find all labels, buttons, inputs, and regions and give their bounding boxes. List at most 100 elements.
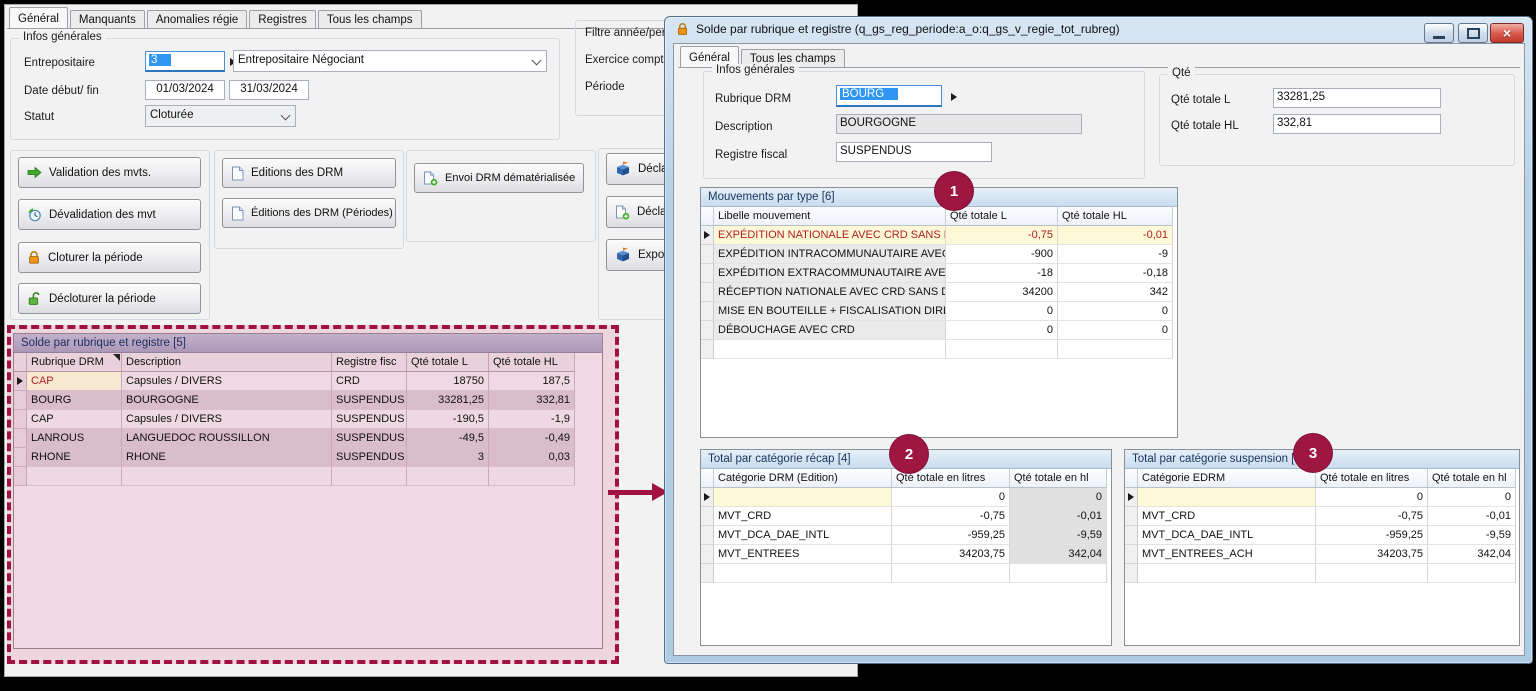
cell[interactable]: -190,5: [407, 410, 489, 429]
cell[interactable]: 0,03: [489, 448, 575, 467]
cell[interactable]: 0: [1316, 488, 1428, 507]
tab-anomalies-regie[interactable]: Anomalies régie: [147, 10, 247, 28]
cell[interactable]: 342,04: [1010, 545, 1107, 564]
decloturer-periode-button[interactable]: Décloturer la période: [18, 283, 201, 314]
cell[interactable]: MVT_DCA_DAE_INTL: [1138, 526, 1316, 545]
editions-drm-button[interactable]: Editions des DRM: [222, 158, 396, 188]
devalidation-mvt-button[interactable]: Dévalidation des mvt: [18, 199, 201, 230]
cloturer-periode-button[interactable]: Cloturer la période: [18, 242, 201, 273]
row-selector[interactable]: [1125, 526, 1138, 545]
cell[interactable]: -9,59: [1010, 526, 1107, 545]
row-selector[interactable]: [14, 467, 27, 486]
envoi-drm-button[interactable]: Envoi DRM dématérialisée: [414, 163, 584, 193]
cell[interactable]: -9: [1058, 245, 1173, 264]
cell[interactable]: [714, 488, 892, 507]
cell[interactable]: MVT_CRD: [714, 507, 892, 526]
cell[interactable]: [1010, 564, 1107, 583]
column-header-registre[interactable]: Registre fisc: [332, 353, 407, 372]
cell[interactable]: BOURG: [27, 391, 122, 410]
cell[interactable]: CAP: [27, 372, 122, 391]
qte-totale-hl-input[interactable]: 332,81: [1273, 114, 1441, 134]
row-selector[interactable]: [701, 226, 714, 245]
cell[interactable]: 34203,75: [1316, 545, 1428, 564]
cell[interactable]: -0,18: [1058, 264, 1173, 283]
cell[interactable]: -1,9: [489, 410, 575, 429]
maximize-button[interactable]: [1458, 23, 1488, 43]
cell[interactable]: MVT_ENTREES_ACH: [1138, 545, 1316, 564]
table-row[interactable]: MVT_CRD -0,75 -0,01: [701, 507, 1111, 526]
row-selector[interactable]: [701, 283, 714, 302]
cell[interactable]: -959,25: [1316, 526, 1428, 545]
table-row[interactable]: MVT_DCA_DAE_INTL -959,25 -9,59: [701, 526, 1111, 545]
entrepositaire-name-combo[interactable]: Entrepositaire Négociant: [233, 50, 547, 72]
row-selector[interactable]: [701, 507, 714, 526]
cell[interactable]: BOURGOGNE: [122, 391, 332, 410]
column-header-qte-l[interactable]: Qté totale L: [407, 353, 489, 372]
column-header-rubrique[interactable]: Rubrique DRM: [27, 353, 122, 372]
column-header-libelle[interactable]: Libelle mouvement: [714, 207, 946, 226]
cell[interactable]: -49,5: [407, 429, 489, 448]
tab-manquants[interactable]: Manquants: [70, 10, 145, 28]
cell[interactable]: -959,25: [892, 526, 1010, 545]
row-selector[interactable]: [14, 410, 27, 429]
cell[interactable]: -0,49: [489, 429, 575, 448]
column-header-qte-hl[interactable]: Qté totale HL: [1058, 207, 1173, 226]
cell[interactable]: EXPÉDITION EXTRACOMMUNAUTAIRE AVEC DAE: [714, 264, 946, 283]
table-row[interactable]: MVT_DCA_DAE_INTL -959,25 -9,59: [1125, 526, 1519, 545]
column-header-qte-hl[interactable]: Qté totale HL: [489, 353, 575, 372]
cell[interactable]: 342,04: [1428, 545, 1516, 564]
row-selector[interactable]: [701, 564, 714, 583]
cell[interactable]: -0,01: [1058, 226, 1173, 245]
row-selector[interactable]: [701, 245, 714, 264]
entrepositaire-input[interactable]: 3: [145, 51, 225, 72]
cell[interactable]: MVT_ENTREES: [714, 545, 892, 564]
editions-drm-periodes-button[interactable]: Éditions des DRM (Périodes): [222, 198, 396, 228]
table-row[interactable]: DÉBOUCHAGE AVEC CRD 0 0: [701, 321, 1177, 340]
table-row[interactable]: RÉCEPTION NATIONALE AVEC CRD SANS DAE 34…: [701, 283, 1177, 302]
table-row[interactable]: EXPÉDITION NATIONALE AVEC CRD SANS DOCUM…: [701, 226, 1177, 245]
cell[interactable]: [1138, 488, 1316, 507]
table-row[interactable]: LANROUS LANGUEDOC ROUSSILLON SUSPENDUS -…: [14, 429, 602, 448]
table-row-empty[interactable]: [701, 564, 1111, 583]
statut-combo[interactable]: Cloturée: [145, 105, 296, 127]
column-header-description[interactable]: Description: [122, 353, 332, 372]
cell[interactable]: 34200: [946, 283, 1058, 302]
date-end-input[interactable]: 31/03/2024: [229, 80, 309, 100]
rubrique-drm-input[interactable]: BOURG: [836, 85, 942, 107]
row-selector[interactable]: [14, 391, 27, 410]
row-selector[interactable]: [701, 545, 714, 564]
row-selector[interactable]: [701, 321, 714, 340]
table-row[interactable]: MVT_CRD -0,75 -0,01: [1125, 507, 1519, 526]
cell[interactable]: [1428, 564, 1516, 583]
mouvements-table[interactable]: Mouvements par type [6] Libelle mouvemen…: [700, 187, 1178, 438]
cell[interactable]: -0,01: [1428, 507, 1516, 526]
table-row[interactable]: CAP Capsules / DIVERS CRD 18750 187,5: [14, 372, 602, 391]
close-button[interactable]: ×: [1490, 23, 1524, 43]
cell[interactable]: [407, 467, 489, 486]
dialog-title-bar[interactable]: Solde par rubrique et registre (q_gs_reg…: [676, 22, 1120, 36]
cell[interactable]: -900: [946, 245, 1058, 264]
table-row[interactable]: CAP Capsules / DIVERS SUSPENDUS -190,5 -…: [14, 410, 602, 429]
cell[interactable]: RHONE: [27, 448, 122, 467]
cell[interactable]: 0: [1058, 302, 1173, 321]
minimize-button[interactable]: [1424, 23, 1454, 43]
cell[interactable]: -0,01: [1010, 507, 1107, 526]
cell[interactable]: [1138, 564, 1316, 583]
cell[interactable]: SUSPENDUS: [332, 391, 407, 410]
cell[interactable]: 33281,25: [407, 391, 489, 410]
cell[interactable]: -9,59: [1428, 526, 1516, 545]
cell[interactable]: EXPÉDITION INTRACOMMUNAUTAIRE AVEC DAE: [714, 245, 946, 264]
cell[interactable]: 0: [892, 488, 1010, 507]
cell[interactable]: SUSPENDUS: [332, 429, 407, 448]
tab-tous-les-champs[interactable]: Tous les champs: [318, 10, 422, 28]
cell[interactable]: [122, 467, 332, 486]
cell[interactable]: [1316, 564, 1428, 583]
cell[interactable]: 3: [407, 448, 489, 467]
row-selector[interactable]: [701, 340, 714, 359]
cell[interactable]: 18750: [407, 372, 489, 391]
cell[interactable]: 0: [1428, 488, 1516, 507]
cell[interactable]: MVT_CRD: [1138, 507, 1316, 526]
row-selector[interactable]: [701, 488, 714, 507]
row-selector[interactable]: [14, 429, 27, 448]
row-selector[interactable]: [1125, 545, 1138, 564]
